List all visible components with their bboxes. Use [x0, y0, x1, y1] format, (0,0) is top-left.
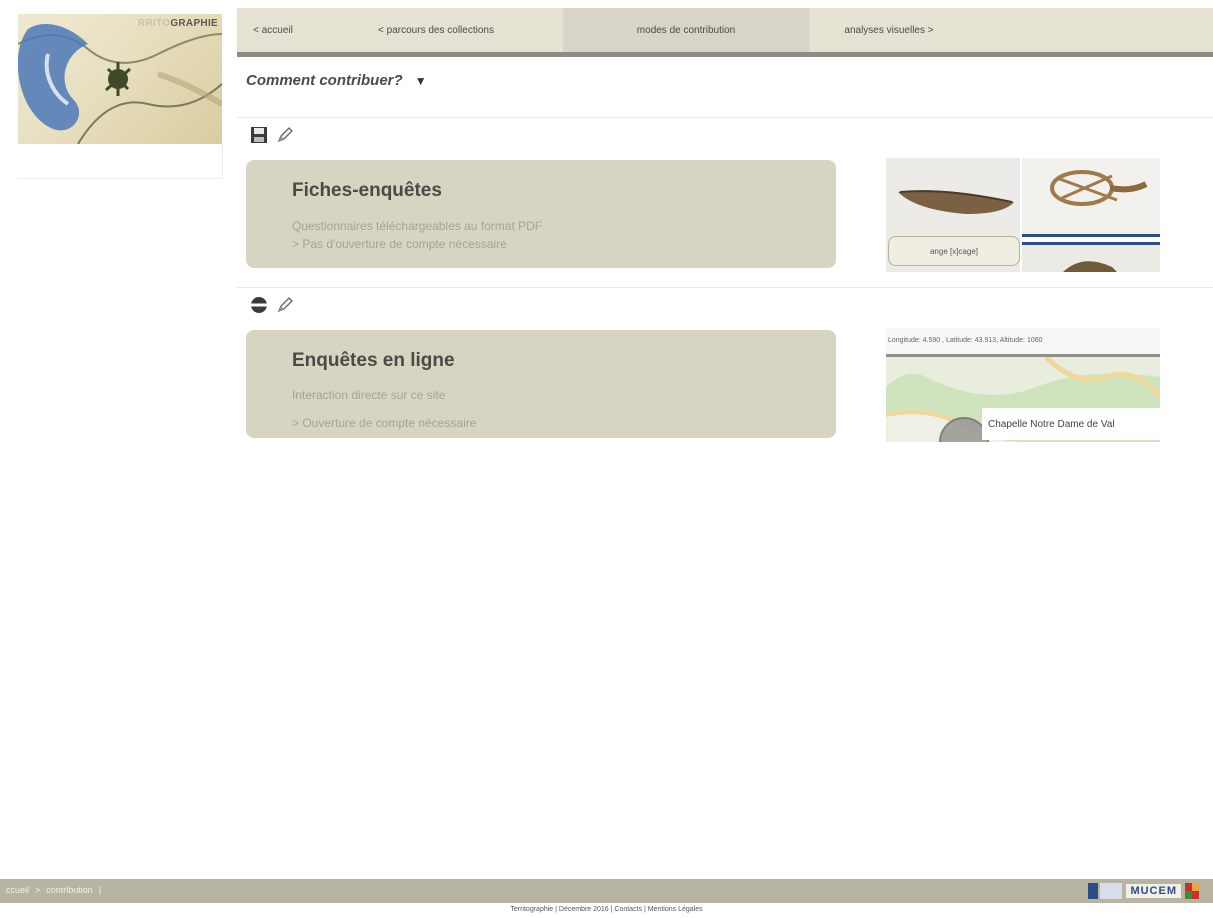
card-online-surveys[interactable]: Enquêtes en ligne Interaction directe su…: [246, 330, 836, 438]
footer-bar: ccueil > contribution | MUCEM: [0, 879, 1213, 903]
card-description: Questionnaires téléchargeables au format…: [292, 219, 543, 233]
section-toggle[interactable]: Comment contribuer? ▼: [246, 72, 427, 89]
save-icon[interactable]: [250, 126, 268, 144]
breadcrumb: ccueil > contribution |: [6, 885, 101, 895]
section-title: Comment contribuer?: [246, 72, 403, 89]
site-logo[interactable]: RRITOGRAPHIE: [18, 14, 222, 144]
mucem-logo[interactable]: MUCEM: [1126, 884, 1181, 898]
card-icons-1: [250, 126, 294, 144]
coordinates-readout: Longitude: 4.590 , Latitude: 43.913, Alt…: [886, 328, 1160, 357]
breadcrumb-separator: >: [35, 885, 41, 895]
nav-visual-analysis[interactable]: analyses visuelles >: [809, 8, 969, 52]
logo-strip: [18, 144, 223, 179]
pencil-icon[interactable]: [276, 296, 294, 314]
collection-thumbnail[interactable]: ange [x]cage]: [886, 158, 1160, 272]
divider: [237, 287, 1213, 288]
partner-logos: MUCEM: [1088, 882, 1199, 900]
logo-wordmark-a: RRITO: [137, 18, 171, 29]
map-thumbnail[interactable]: Longitude: 4.590 , Latitude: 43.913, Alt…: [886, 328, 1160, 442]
nav-home[interactable]: < accueil: [237, 8, 309, 52]
divider: [237, 117, 1213, 118]
card-note: > Pas d'ouverture de compte nécessaire: [292, 237, 507, 251]
logo-wordmark-b: GRAPHIE: [170, 18, 218, 29]
card-survey-forms[interactable]: Fiches-enquêtes Questionnaires télécharg…: [246, 160, 836, 268]
object-label: ange [x]cage]: [888, 236, 1020, 266]
logo-wordmark: RRITOGRAPHIE: [78, 18, 218, 36]
breadcrumb-current[interactable]: contribution: [46, 885, 93, 895]
caret-down-icon: ▼: [414, 73, 427, 88]
partner-flag-icon[interactable]: [1185, 883, 1199, 899]
card-description: Interaction directe sur ce site: [292, 388, 446, 402]
card-note: > Ouverture de compte nécessaire: [292, 416, 477, 430]
globe-icon[interactable]: [250, 296, 268, 314]
card-icons-2: [250, 296, 294, 314]
card-title: Enquêtes en ligne: [292, 350, 455, 371]
breadcrumb-separator: |: [98, 885, 102, 895]
card-title: Fiches-enquêtes: [292, 180, 442, 201]
map-place-label: Chapelle Notre Dame de Val: [982, 408, 1160, 440]
pencil-icon[interactable]: [276, 126, 294, 144]
nav-underline: [237, 52, 1213, 57]
nav-collections[interactable]: < parcours des collections: [309, 8, 563, 52]
footer-links[interactable]: Territographie | Décembre 2016 | Contact…: [0, 906, 1213, 913]
object-image-trap: [1022, 158, 1160, 237]
breadcrumb-home[interactable]: ccueil: [6, 885, 29, 895]
top-nav: < accueil < parcours des collections mod…: [237, 8, 1213, 52]
nav-contribution-modes[interactable]: modes de contribution: [563, 8, 809, 52]
partner-logo-icon[interactable]: [1088, 883, 1123, 899]
object-image-misc: [1022, 242, 1160, 272]
